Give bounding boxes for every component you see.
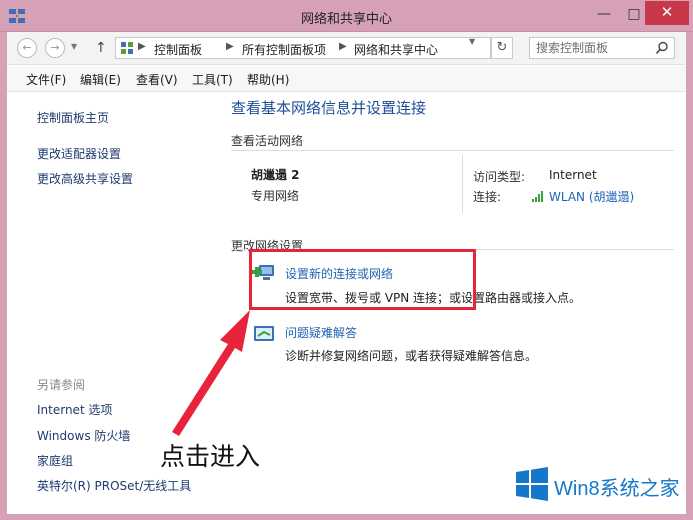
annotation-arrow (172, 310, 250, 436)
sidebar-link-advanced-sharing[interactable]: 更改高级共享设置 (37, 170, 133, 187)
sidebar-link-intel-proset[interactable]: 英特尔(R) PROSet/无线工具 (37, 477, 191, 494)
sidebar-link-firewall[interactable]: Windows 防火墙 (37, 427, 130, 444)
active-networks-heading: 查看活动网络 (231, 134, 304, 148)
refresh-button[interactable]: ↻ (491, 37, 513, 59)
title-bar: 网络和共享中心 — □ ✕ (0, 0, 693, 32)
close-button[interactable]: ✕ (645, 1, 689, 25)
sidebar-link-homegroup[interactable]: 家庭组 (37, 452, 73, 469)
network-type: 专用网络 (251, 189, 300, 203)
access-type-value: Internet (549, 168, 597, 182)
search-icon[interactable] (655, 41, 669, 55)
menu-bar: 文件(F) 编辑(E) 查看(V) 工具(T) 帮助(H) (7, 66, 686, 92)
window-border-bottom (0, 514, 693, 520)
search-input[interactable] (536, 40, 650, 56)
troubleshoot-link[interactable]: 问题疑难解答 (285, 324, 357, 341)
connection-label: 连接: (473, 190, 502, 204)
highlight-box (249, 249, 476, 310)
address-dropdown-chevron-icon[interactable]: ▼ (469, 37, 475, 46)
breadcrumb-all-items[interactable]: 所有控制面板项 (242, 41, 326, 58)
page-title: 查看基本网络信息并设置连接 (231, 99, 427, 117)
access-type-label: 访问类型: (473, 170, 526, 184)
watermark-text: Win8系统之家 (554, 478, 680, 500)
see-also-heading: 另请参阅 (37, 378, 86, 392)
breadcrumb-separator: ▶ (138, 41, 146, 52)
window-border-right (686, 32, 693, 520)
back-button[interactable]: ← (17, 38, 37, 58)
annotation-text: 点击进入 (160, 442, 261, 471)
recent-locations-chevron-icon[interactable]: ▼ (71, 42, 77, 51)
sidebar-link-adapter-settings[interactable]: 更改适配器设置 (37, 145, 121, 162)
menu-edit[interactable]: 编辑(E) (80, 71, 121, 88)
breadcrumb-network-center[interactable]: 网络和共享中心 (354, 41, 438, 58)
troubleshoot-desc: 诊断并修复网络问题，或者获得疑难解答信息。 (285, 349, 538, 363)
windows-logo-icon (516, 467, 548, 501)
divider (462, 155, 463, 213)
address-row: ← → ▼ ↑ ▶ 控制面板 ▶ 所有控制面板项 ▶ 网络和共享中心 ▼ ↻ (7, 32, 686, 65)
minimize-button[interactable]: — (592, 4, 616, 26)
window-border-left (0, 32, 7, 520)
network-name: 胡邋遢 2 (251, 168, 300, 182)
wifi-signal-icon (532, 191, 543, 202)
breadcrumb-separator: ▶ (339, 41, 347, 52)
address-bar[interactable]: ▶ 控制面板 ▶ 所有控制面板项 ▶ 网络和共享中心 (115, 37, 491, 59)
maximize-button[interactable]: □ (622, 4, 646, 26)
sidebar-link-control-panel-home[interactable]: 控制面板主页 (37, 109, 109, 126)
divider (231, 150, 674, 151)
menu-file[interactable]: 文件(F) (26, 71, 66, 88)
window-title: 网络和共享中心 (300, 12, 392, 27)
menu-tools[interactable]: 工具(T) (192, 71, 233, 88)
up-arrow-icon[interactable]: ↑ (95, 40, 107, 56)
control-panel-icon (121, 42, 133, 54)
wlan-connection-link[interactable]: WLAN (胡邋遢) (549, 188, 634, 205)
breadcrumb-control-panel[interactable]: 控制面板 (154, 41, 202, 58)
breadcrumb-separator: ▶ (226, 41, 234, 52)
forward-button[interactable]: → (45, 38, 65, 58)
menu-help[interactable]: 帮助(H) (247, 71, 289, 88)
sidebar-link-internet-options[interactable]: Internet 选项 (37, 401, 112, 418)
search-box[interactable] (529, 37, 675, 59)
menu-view[interactable]: 查看(V) (136, 71, 178, 88)
